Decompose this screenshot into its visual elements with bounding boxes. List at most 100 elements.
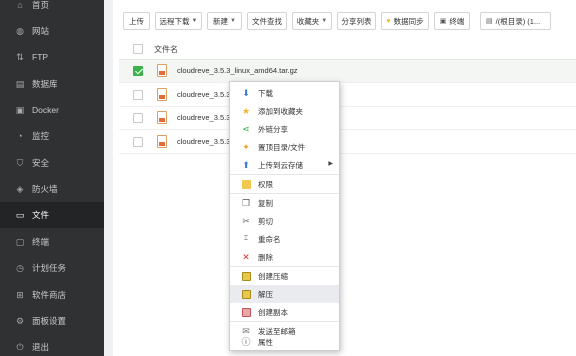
download-arrow-icon: ⬇ [242,88,250,98]
pin-icon: ✦ [242,142,250,152]
terminal-icon: ▣ [439,18,447,25]
chevron-down-icon: ▼ [191,18,198,24]
sidebar-item-label: Docker [32,105,59,115]
share-list-button[interactable]: 分享列表 [337,12,376,30]
folder-icon: ▭ [15,210,25,220]
ftp-icon: ⇅ [16,52,24,62]
menu-item-rename[interactable]: ⌶ 重命名 [230,230,339,248]
path-breadcrumb[interactable]: ▤ /(根目录) (1... [480,12,551,30]
star-icon: ★ [241,106,251,116]
sidebar-item-monitor[interactable]: ◔ 监控 [0,123,104,149]
upload-button-label: 上传 [129,16,144,26]
menu-item-label: 上传到云存储 [258,160,303,170]
extract-icon [241,289,251,299]
permission-folder-icon [241,179,251,189]
sidebar-item-website[interactable]: ◍ 网站 [0,18,104,44]
menu-item-permissions[interactable]: 权限 [230,175,339,193]
scissors-icon: ✂ [242,216,250,226]
new-button[interactable]: 新建 ▼ [207,12,242,30]
menu-item-label: 复制 [258,198,273,208]
share-list-label: 分享列表 [341,16,372,26]
table-row[interactable]: cloudreve_3.5.3_li [119,107,576,130]
data-sync-label: 数据同步 [393,16,424,26]
monitor-icon: ◔ [17,131,23,141]
menu-item-cut[interactable]: ✂ 剪切 [230,212,339,230]
remote-download-button[interactable]: 远程下载 ▼ [155,12,202,30]
sidebar-item-app-store[interactable]: ⊞ 软件商店 [0,282,104,308]
logout-icon: ⏻ [16,342,24,352]
sidebar-item-label: 文件 [32,210,50,220]
sidebar-item-label: 监控 [32,131,50,141]
archive-file-icon [157,64,167,77]
file-search-button[interactable]: 文件查找 [247,12,287,30]
table-row[interactable]: cloudreve_3.5.3_linux_amd64.tar.gz [119,60,576,83]
file-search-label: 文件查找 [252,16,282,26]
row-checkbox[interactable] [133,90,143,100]
table-row[interactable]: cloudreve_3.5.3_li [119,84,576,107]
row-checkbox[interactable] [133,66,143,76]
info-icon: ⓘ [241,337,251,347]
terminal-label: 终端 [449,16,465,26]
chevron-down-icon: ▼ [230,18,236,24]
file-manager-panel: 上传 远程下载 ▼ 新建 ▼ 文件查找 收藏夹 ▼ 分享列表 ♥ 数据同步 ▣ … [113,0,576,356]
docker-icon: ▣ [15,105,25,115]
menu-item-compress[interactable]: 创建压缩 [230,267,339,285]
menu-item-download[interactable]: ⬇ 下载 [230,84,339,102]
menu-item-label: 外链分享 [258,124,288,134]
sidebar-item-database[interactable]: ▤ 数据库 [0,71,104,97]
duplicate-icon [241,307,251,317]
sidebar-item-files[interactable]: ▭ 文件 [0,202,104,228]
share-icon: ⋖ [242,124,250,134]
sidebar-item-label: 网站 [32,26,50,36]
clock-icon: ◷ [16,263,24,273]
firewall-shield-icon: ◈ [16,184,24,194]
favorites-button[interactable]: 收藏夹 ▼ [292,12,332,30]
database-icon: ▤ [15,79,25,89]
menu-item-delete[interactable]: ✕ 删除 [230,248,339,266]
terminal-button[interactable]: ▣ 终端 [434,12,470,30]
menu-item-upload-cloud[interactable]: ⬆ 上传到云存储 ▶ [230,156,339,174]
menu-item-pin[interactable]: ✦ 置顶目录/文件 [230,138,339,156]
rename-icon: ⌶ [243,235,249,242]
sidebar-item-label: 面板设置 [32,316,67,326]
column-header-filename: 文件名 [154,45,178,54]
data-sync-button[interactable]: ♥ 数据同步 [381,12,429,30]
sidebar-item-label: 计划任务 [32,263,67,273]
upload-button[interactable]: 上传 [123,12,150,30]
sidebar-item-firewall[interactable]: ◈ 防火墙 [0,176,104,202]
menu-item-duplicate[interactable]: 创建副本 [230,303,339,321]
sidebar-item-ftp[interactable]: ⇅ FTP [0,44,104,70]
sidebar-item-label: 软件商店 [32,290,67,300]
sidebar-item-security[interactable]: ⛉ 安全 [0,150,104,176]
sidebar-item-label: 退出 [32,342,50,352]
sidebar-item-label: 终端 [32,237,50,247]
archive-file-icon [157,135,167,148]
copy-icon: ❐ [241,198,251,208]
select-all-checkbox[interactable] [133,44,143,54]
sidebar-item-home[interactable]: ⌂ 首页 [0,0,104,18]
menu-item-label: 解压 [258,289,273,299]
menu-item-copy[interactable]: ❐ 复制 [230,194,339,212]
sidebar-item-terminal[interactable]: ▢ 终端 [0,229,104,255]
sidebar-item-logout[interactable]: ⏻ 退出 [0,334,104,356]
menu-item-extract[interactable]: 解压 [230,285,339,303]
menu-item-add-favorite[interactable]: ★ 添加到收藏夹 [230,102,339,120]
row-checkbox[interactable] [133,137,143,147]
sidebar-item-label: FTP [32,52,49,62]
sidebar-item-panel-settings[interactable]: ⚙ 面板设置 [0,308,104,334]
menu-item-external-share[interactable]: ⋖ 外链分享 [230,120,339,138]
chevron-down-icon: ▼ [321,18,328,24]
remote-download-label: 远程下载 [159,16,190,26]
table-row[interactable]: cloudreve_3.5.3_w [119,131,576,154]
menu-item-label: 置顶目录/文件 [258,142,306,152]
row-checkbox[interactable] [133,113,143,123]
sidebar-item-label: 数据库 [32,79,58,89]
compress-icon [241,271,251,281]
menu-item-properties[interactable]: ⓘ 属性 [230,334,339,350]
sidebar-item-cron[interactable]: ◷ 计划任务 [0,255,104,281]
shield-check-icon: ⛉ [16,158,24,168]
menu-item-label: 重命名 [258,234,281,244]
file-name[interactable]: cloudreve_3.5.3_linux_amd64.tar.gz [177,66,298,75]
sidebar-item-docker[interactable]: ▣ Docker [0,97,104,123]
menu-item-label: 添加到收藏夹 [258,106,303,116]
